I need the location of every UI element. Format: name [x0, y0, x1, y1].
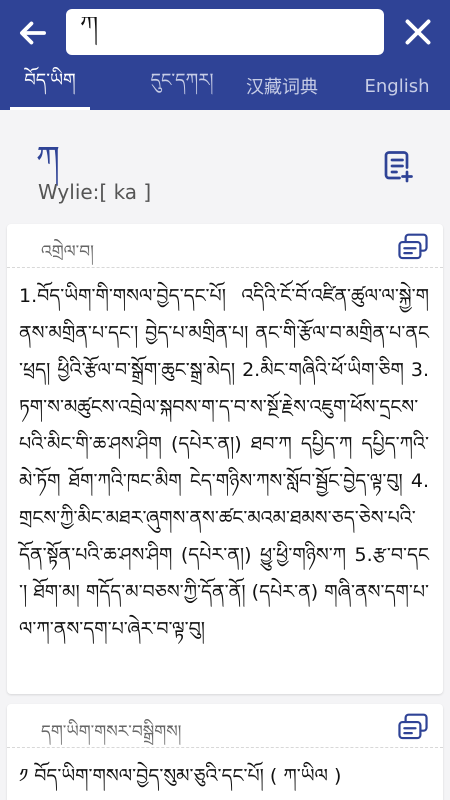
definition-text: 1.བོད་ཡིག་གི་གསལ་བྱེད་དང་པོ། འདིའི་ངོ་བོ…	[19, 285, 429, 640]
back-button[interactable]	[14, 14, 52, 52]
tab-label: དུང་དཀར།	[150, 70, 214, 91]
tab-label: བོད་ཡིག	[24, 70, 76, 91]
copy-button[interactable]	[397, 712, 429, 742]
arrow-left-icon	[20, 21, 46, 45]
card-header: དག་ཡིག་གསར་བསྒྲིགས།	[7, 704, 443, 748]
search-input[interactable]	[80, 17, 370, 47]
copy-button[interactable]	[397, 232, 429, 262]
tab-tibetan[interactable]: བོད་ཡིག	[10, 62, 90, 110]
card-title: དག་ཡིག་གསར་བསྒྲིགས།	[41, 722, 182, 742]
close-icon	[405, 19, 431, 45]
card-title: འགྲེལ་བ།	[41, 242, 94, 262]
note-add-icon	[384, 151, 413, 183]
tab-label: English	[364, 75, 430, 97]
clear-button[interactable]	[400, 14, 436, 50]
top-app-bar: བོད་ཡིག དུང་དཀར། 汉藏词典 English	[0, 0, 450, 110]
add-note-button[interactable]	[380, 148, 416, 184]
tab-label: 汉藏词典	[246, 77, 318, 98]
tab-bar: བོད་ཡིག དུང་དཀར། 汉藏词典 English	[0, 62, 450, 110]
definition-card-explanation: འགྲེལ་བ། 1.བོད་ཡིག་གི་གསལ་བྱེད་དང་པོ། འད…	[7, 224, 443, 694]
tab-chinese-tibetan-dictionary[interactable]: 汉藏词典	[232, 62, 332, 110]
card-header: འགྲེལ་བ།	[7, 224, 443, 268]
definition-card-new-orthography: དག་ཡིག་གསར་བསྒྲིགས། ༡ བོད་ཡིག་གསལ་བྱེད་ས…	[7, 704, 443, 800]
wylie-transliteration: Wylie:[ ka ]	[38, 180, 152, 204]
entry-header: ཀ Wylie:[ ka ]	[0, 110, 450, 220]
tab-dungkar[interactable]: དུང་དཀར།	[126, 62, 238, 110]
tab-english[interactable]: English	[352, 62, 442, 110]
copy-icon	[398, 233, 428, 260]
copy-icon	[398, 713, 428, 740]
search-box[interactable]	[66, 9, 384, 55]
